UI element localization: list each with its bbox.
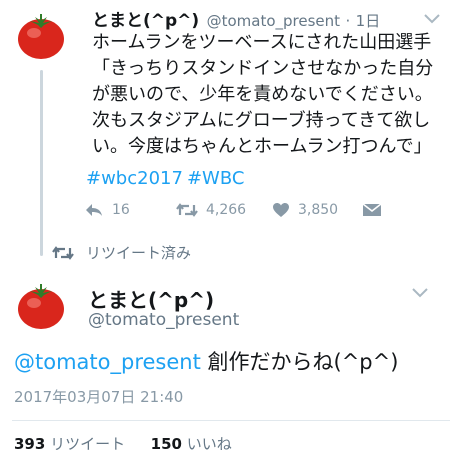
retweeted-label: リツイート済み bbox=[86, 244, 192, 262]
avatar[interactable] bbox=[14, 8, 68, 62]
retweets-count[interactable]: 393 bbox=[14, 435, 45, 453]
tweet-text-body: 創作だからね(^p^) bbox=[200, 350, 399, 374]
hashtag-link[interactable]: #wbc2017 bbox=[86, 168, 183, 189]
chevron-down-icon[interactable] bbox=[412, 288, 428, 298]
like-icon bbox=[273, 203, 289, 217]
direct-message-icon bbox=[362, 203, 382, 216]
reply-count: 16 bbox=[112, 202, 130, 218]
tweet-text: ホームランをツーベースにされた山田選手「きっちりスタンドインさせなかった自分が悪… bbox=[92, 32, 434, 157]
chevron-down-icon[interactable] bbox=[424, 14, 440, 24]
retweet-icon bbox=[176, 203, 198, 217]
divider bbox=[12, 420, 450, 421]
retweet-button[interactable]: 4,266 bbox=[176, 198, 246, 222]
tomato-avatar-icon bbox=[14, 278, 68, 332]
mention-link[interactable]: @tomato_present bbox=[14, 350, 201, 374]
like-button[interactable]: 3,850 bbox=[272, 198, 338, 222]
user-handle[interactable]: @tomato_present bbox=[207, 12, 340, 30]
display-name[interactable]: とまと(^p^) bbox=[88, 284, 214, 313]
reply-button[interactable]: 16 bbox=[84, 198, 130, 222]
tweet-stats: 393 リツイート 150 いいね bbox=[14, 433, 232, 454]
retweeted-status: リツイート済み bbox=[52, 242, 191, 263]
reply-icon bbox=[86, 204, 102, 216]
separator-dot: · bbox=[345, 12, 351, 30]
like-count: 3,850 bbox=[298, 202, 339, 218]
likes-count[interactable]: 150 bbox=[151, 435, 182, 453]
tweet-header: とまと(^p^) @tomato_present · 1日 bbox=[92, 6, 380, 31]
tweet-timestamp: 2017年03月07日 21:40 bbox=[14, 388, 184, 406]
hashtag-link[interactable]: #WBC bbox=[187, 168, 244, 189]
likes-label[interactable]: いいね bbox=[187, 435, 232, 453]
avatar[interactable] bbox=[14, 278, 68, 332]
hashtag-list: #wbc2017 #WBC bbox=[86, 168, 244, 189]
retweet-icon bbox=[52, 245, 74, 260]
tweet-text: @tomato_present 創作だからね(^p^) bbox=[14, 348, 398, 376]
thread-connector-line bbox=[40, 70, 43, 256]
user-handle[interactable]: @tomato_present bbox=[88, 310, 239, 330]
tomato-avatar-icon bbox=[14, 8, 68, 62]
tweet-actions: 16 4,266 3,850 bbox=[84, 198, 404, 222]
direct-message-button[interactable] bbox=[362, 198, 382, 222]
retweet-count: 4,266 bbox=[206, 202, 247, 218]
retweets-label[interactable]: リツイート bbox=[50, 435, 125, 453]
tweet-time[interactable]: 1日 bbox=[356, 12, 381, 30]
display-name[interactable]: とまと(^p^) bbox=[92, 11, 199, 31]
